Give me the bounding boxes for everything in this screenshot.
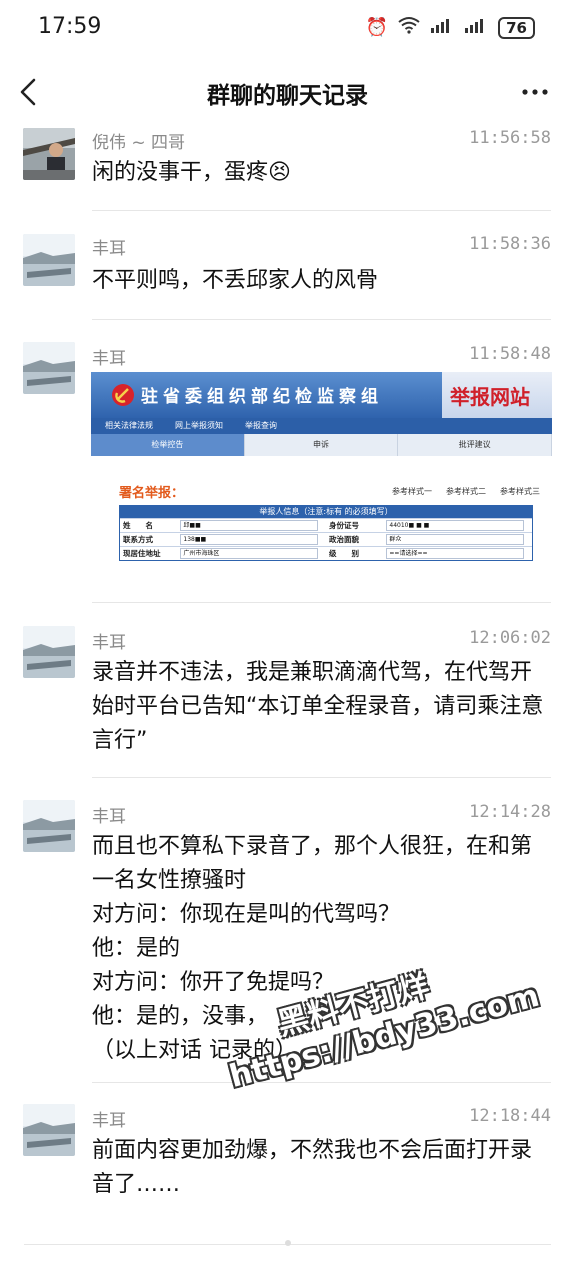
avatar[interactable] <box>23 626 75 678</box>
report-tab: 检举控告 <box>91 434 245 456</box>
signal-icon <box>430 17 454 38</box>
report-link: 相关法律法规 <box>105 421 153 430</box>
sender-name: 丰耳 <box>92 807 126 827</box>
report-banner-right: 举报网站 <box>442 372 552 418</box>
status-icons: ⏰ 76 <box>366 16 535 39</box>
avatar[interactable] <box>23 1104 75 1156</box>
form-value: 邱■■ <box>180 520 318 531</box>
form-label: 级 别 <box>329 549 359 558</box>
form-value: 44010■ ■ ■ <box>386 520 524 531</box>
form-label: 政治面貌 <box>329 535 359 544</box>
divider <box>92 319 551 320</box>
report-site-name: 举报网站 <box>450 385 530 409</box>
report-form-header: 举报人信息（注意:标有 的必须填写） <box>120 506 532 518</box>
party-emblem-icon <box>112 384 134 406</box>
report-image[interactable]: 驻省委组织部纪检监察组 举报网站 相关法律法规 网上举报须知 举报查询 检举控告… <box>91 372 552 562</box>
avatar[interactable] <box>23 800 75 852</box>
report-link: 网上举报须知 <box>175 421 223 430</box>
report-form-row: 姓 名 邱■■ 身份证号 44010■ ■ ■ <box>120 518 532 532</box>
sender-name: 丰耳 <box>92 1111 126 1131</box>
message-time: 11:58:36 <box>469 234 551 254</box>
message-text: 录音并不违法，我是兼职滴滴代驾，在代驾开始时平台已告知“本订单全程录音，请司乘注… <box>92 660 544 753</box>
nav-bar: 群聊的聊天记录 <box>0 62 575 124</box>
message-text: 闲的没事干，蛋疼😣 <box>92 160 291 185</box>
sender-name: 丰耳 <box>92 239 126 259</box>
report-style: 参考样式一 <box>392 487 432 496</box>
form-value: 广州市海珠区 <box>180 548 318 559</box>
form-label: 身份证号 <box>329 521 359 530</box>
sender-name: 丰耳 <box>92 633 126 653</box>
clock: 17:59 <box>38 14 102 39</box>
report-tabs: 检举控告 申诉 批评建议 <box>91 434 552 456</box>
avatar[interactable] <box>23 234 75 286</box>
divider <box>92 602 551 603</box>
report-style: 参考样式二 <box>446 487 486 496</box>
report-styles: 参考样式一 参考样式二 参考样式三 <box>392 486 540 497</box>
form-value: ==请选择== <box>386 548 524 559</box>
chat-message: 倪伟 ~ 四哥 11:56:58 闲的没事干，蛋疼😣 <box>0 124 575 212</box>
divider <box>92 210 551 211</box>
message-time: 11:56:58 <box>469 128 551 148</box>
chat-message: 丰耳 11:58:48 驻省委组织部纪检监察组 举报网站 相关法律法规 网上举报… <box>0 340 575 604</box>
report-named-label: 署名举报： <box>119 486 185 501</box>
form-label: 联系方式 <box>123 535 153 544</box>
report-style: 参考样式三 <box>500 487 540 496</box>
report-tab: 申诉 <box>244 434 399 456</box>
message-time: 12:18:44 <box>469 1106 551 1126</box>
signal-icon-2 <box>464 17 488 38</box>
form-value: 群众 <box>386 534 524 545</box>
report-link: 举报查询 <box>245 421 277 430</box>
page-title: 群聊的聊天记录 <box>207 83 368 109</box>
avatar[interactable] <box>23 128 75 180</box>
message-text: 不平则鸣，不丢邱家人的风骨 <box>92 268 379 293</box>
chat-message: 丰耳 11:58:36 不平则鸣，不丢邱家人的风骨 <box>0 232 575 320</box>
form-label: 现居住地址 <box>123 549 161 558</box>
more-options-icon[interactable] <box>517 74 553 110</box>
message-time: 11:58:48 <box>469 344 551 364</box>
alarm-icon: ⏰ <box>365 17 389 38</box>
status-bar: 17:59 ⏰ 76 <box>0 0 575 60</box>
divider <box>92 1082 551 1083</box>
wifi-icon <box>398 16 420 39</box>
battery-indicator: 76 <box>498 16 535 39</box>
divider <box>92 777 551 778</box>
report-tab: 批评建议 <box>398 434 552 456</box>
sender-name: 倪伟 ~ 四哥 <box>92 133 186 153</box>
report-form-row: 联系方式 138■■ 政治面貌 群众 <box>120 532 532 546</box>
report-banner-title: 驻省委组织部纪检监察组 <box>141 387 383 407</box>
report-form-row: 现居住地址 广州市海珠区 级 别 ==请选择== <box>120 546 532 560</box>
report-form: 举报人信息（注意:标有 的必须填写） 姓 名 邱■■ 身份证号 44010■ ■… <box>119 505 533 561</box>
avatar[interactable] <box>23 342 75 394</box>
sender-name: 丰耳 <box>92 349 126 369</box>
end-indicator <box>285 1240 291 1246</box>
report-links: 相关法律法规 网上举报须知 举报查询 <box>91 418 552 434</box>
message-text: 前面内容更加劲爆，不然我也不会后面打开录音了…… <box>92 1138 533 1197</box>
message-time: 12:14:28 <box>469 802 551 822</box>
chat-message: 丰耳 12:06:02 录音并不违法，我是兼职滴滴代驾，在代驾开始时平台已告知“… <box>0 624 575 778</box>
form-value: 138■■ <box>180 534 318 545</box>
chat-message: 丰耳 12:18:44 前面内容更加劲爆，不然我也不会后面打开录音了…… <box>0 1104 575 1234</box>
message-time: 12:06:02 <box>469 628 551 648</box>
report-banner: 驻省委组织部纪检监察组 举报网站 <box>91 372 552 418</box>
form-label: 姓 名 <box>123 521 153 530</box>
